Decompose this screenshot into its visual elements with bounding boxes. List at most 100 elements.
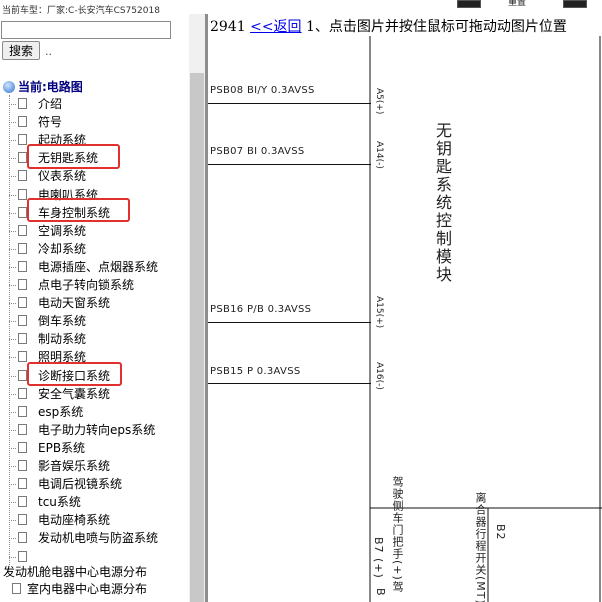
document-icon: [18, 152, 27, 164]
document-icon: [18, 297, 27, 309]
tree-connector: [9, 484, 16, 486]
document-icon: [18, 441, 27, 453]
tree-connector: [9, 158, 16, 160]
tree-connector: [9, 194, 16, 196]
document-icon: [18, 279, 27, 290]
tree-connector: [9, 447, 16, 449]
left-panel: 搜索 .. 当前:电路图 介绍 符号 起动系统 无钥匙系统 仪表系统 电喇叭系统 车身控制系…: [0, 14, 205, 602]
document-icon: [18, 188, 27, 200]
lower-pin-b: B: [374, 588, 387, 597]
instruction-text: 1、点击图片并按住鼠标可拖动动图片位置: [306, 19, 567, 35]
globe-icon: [3, 81, 15, 93]
lower-pin: B2: [494, 524, 507, 541]
tree-connector: [9, 538, 16, 540]
page-number: 2941: [210, 19, 246, 35]
highlight-box: [27, 362, 122, 386]
document-icon: [18, 170, 27, 182]
pin-label: A16(-): [374, 362, 384, 390]
tree-item-label: 电调后视镜系统: [38, 477, 123, 492]
tree-connector: [9, 502, 16, 504]
tree-connector: [9, 230, 16, 232]
document-icon: [18, 98, 27, 109]
tree-connector: [9, 321, 16, 323]
document-icon: [18, 206, 27, 218]
document-icon: [18, 550, 27, 562]
tree-connector: [9, 357, 16, 359]
nav-bar: 2941 <<返回 1、点击图片并按住鼠标可拖动动图片位置: [210, 16, 567, 36]
tree-connector: [9, 520, 16, 522]
tree-connector: [9, 248, 16, 250]
search-trailing: ..: [45, 45, 52, 58]
tree-connector: [9, 556, 16, 558]
signal-label: PSB16 P/B 0.3AVSS: [210, 304, 312, 315]
document-icon: [18, 333, 27, 345]
tree-connector: [9, 429, 16, 431]
pin-label: A5(+): [374, 88, 384, 115]
tree-item[interactable]: 室内电器中心电源分布: [12, 580, 147, 597]
document-icon: [12, 583, 21, 594]
tree-connector: [9, 122, 16, 124]
tree-root-label: 当前:电路图: [18, 80, 83, 94]
lower-label: 驾驶侧车门把手(+)驾: [391, 476, 404, 593]
tree-item-label: 点电子转向锁系统: [38, 278, 135, 292]
search-button[interactable]: 搜索: [2, 41, 40, 60]
signal-label: PSB08 BI/Y 0.3AVSS: [210, 85, 315, 96]
highlight-box: [27, 198, 130, 222]
diagram-panel: 2941 <<返回 1、点击图片并按住鼠标可拖动动图片位置 PSB08 BI/Y…: [208, 14, 602, 602]
tree-connector: [9, 140, 16, 142]
wire-line: [208, 103, 371, 104]
document-icon: [18, 260, 27, 272]
toolbar-label: 重置: [508, 0, 527, 8]
tree-item-label: 电源插座、点烟器系统: [38, 259, 159, 274]
tree-item-label: 室内电器中心电源分布: [27, 582, 148, 596]
tree-item-label: 电动天窗系统: [38, 296, 111, 311]
document-icon: [18, 387, 27, 399]
tree-item-label: EPB系统: [38, 440, 86, 455]
search-input[interactable]: [1, 21, 171, 39]
scrollbar-thumb[interactable]: [190, 73, 204, 602]
toolbar-button[interactable]: [457, 0, 481, 8]
document-icon: [18, 532, 27, 544]
tree-group[interactable]: 发动机舱电器中心电源分布: [3, 563, 147, 580]
pin-label: A14(-): [374, 141, 384, 169]
tree-item-label: 制动系统: [38, 332, 87, 347]
tree-item-label: 冷却系统: [38, 241, 87, 256]
tree-item-label: 发动机电喷与防盗系统: [38, 531, 159, 546]
document-icon: [18, 351, 27, 363]
tree-connector: [9, 212, 16, 214]
document-icon: [18, 460, 27, 471]
wire-line: [208, 164, 371, 165]
document-icon: [18, 242, 27, 254]
document-icon: [18, 134, 27, 146]
tree-connector: [9, 176, 16, 178]
tree-item-label: tcu系统: [38, 495, 81, 510]
tree-connector: [9, 104, 16, 105]
module-label: 无钥匙系统控制模块: [433, 122, 452, 284]
tree-connector: [9, 303, 16, 305]
tree-connector: [9, 375, 16, 377]
tree-item-label: 仪表系统: [38, 169, 87, 184]
wiring-diagram-image[interactable]: [208, 36, 602, 602]
tree-item-label: 安全气囊系统: [38, 386, 111, 401]
tree-line: [9, 95, 10, 565]
tree-connector: [9, 393, 16, 395]
document-icon: [18, 224, 27, 236]
back-link[interactable]: <<返回: [250, 19, 301, 35]
tree-item-label: 影音娱乐系统: [38, 459, 111, 473]
lower-label: 离合器行程开关(MT): [474, 492, 487, 602]
tree-item-label: 电动座椅系统: [38, 513, 111, 528]
wire-line: [208, 383, 371, 384]
document-icon: [18, 514, 27, 526]
tree-connector: [9, 339, 16, 341]
tree-connector: [9, 411, 16, 413]
toolbar-button[interactable]: [563, 0, 587, 8]
tree-item-label: 空调系统: [38, 223, 87, 238]
document-icon: [18, 405, 27, 417]
signal-label: PSB15 P 0.3AVSS: [210, 366, 301, 377]
tree-item-label: 倒车系统: [38, 314, 87, 329]
tree-item-label: 符号: [38, 115, 63, 130]
tree-root[interactable]: 当前:电路图: [3, 78, 83, 95]
document-icon: [18, 496, 27, 508]
document-icon: [18, 369, 27, 381]
top-toolbar: 当前车型：厂家:C-长安汽车CS752018 重置: [0, 0, 602, 16]
